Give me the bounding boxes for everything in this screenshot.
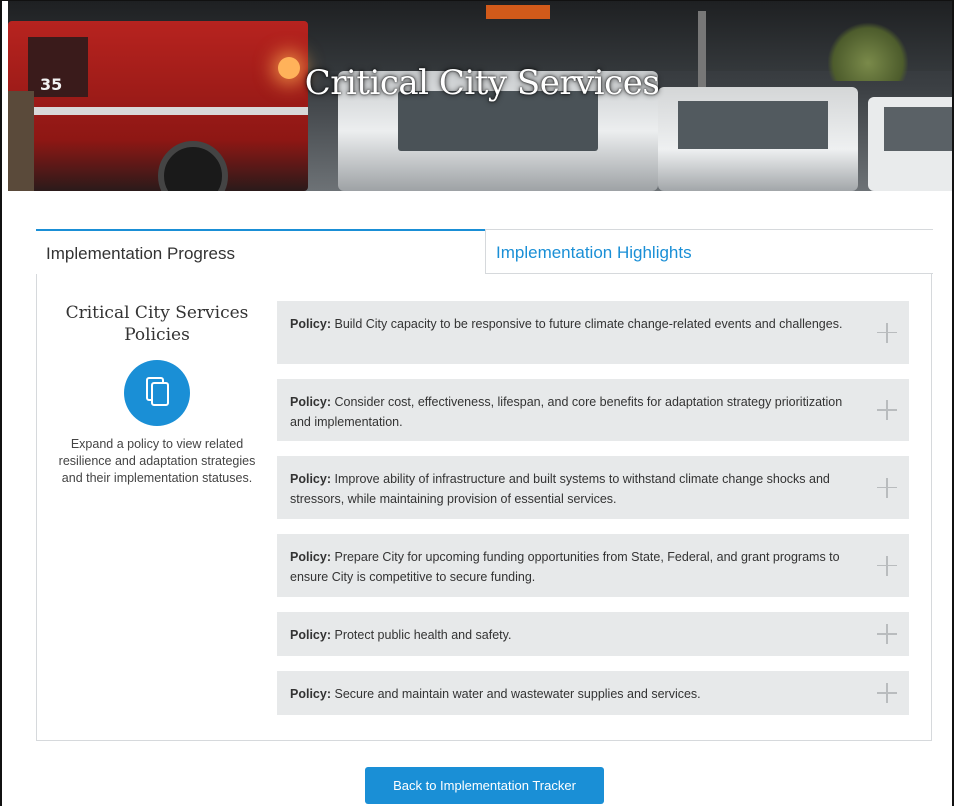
plus-icon[interactable] <box>877 624 897 644</box>
plus-icon[interactable] <box>877 477 897 498</box>
back-to-tracker-button[interactable]: Back to Implementation Tracker <box>365 767 604 804</box>
policy-item[interactable]: Policy: Secure and maintain water and wa… <box>277 671 909 715</box>
policy-text: Secure and maintain water and wastewater… <box>334 687 701 701</box>
policy-label: Policy: <box>290 628 331 642</box>
policy-label: Policy: <box>290 550 331 564</box>
sidebar-description: Expand a policy to view related resilien… <box>58 437 256 485</box>
policy-text: Consider cost, effectiveness, lifespan, … <box>290 395 843 429</box>
sidebar-title: Critical City Services Policies <box>65 303 249 345</box>
page-title: Critical City Services <box>304 63 660 103</box>
policy-list: Policy: Build City capacity to be respon… <box>277 301 909 730</box>
tab-implementation-progress[interactable]: Implementation Progress <box>36 229 485 274</box>
policy-label: Policy: <box>290 687 331 701</box>
plus-icon[interactable] <box>877 683 897 703</box>
tab-panel: Implementation Progress Implementation H… <box>36 229 933 741</box>
policy-label: Policy: <box>290 317 331 331</box>
fire-truck-image: 35 <box>8 21 308 191</box>
plus-icon[interactable] <box>877 400 897 420</box>
plus-icon[interactable] <box>877 555 897 576</box>
tab-bar: Implementation Progress Implementation H… <box>36 229 933 275</box>
person-figure <box>8 91 34 191</box>
policy-label: Policy: <box>290 395 331 409</box>
documents-icon <box>124 360 190 426</box>
tab-implementation-highlights[interactable]: Implementation Highlights <box>485 229 933 274</box>
policy-text: Prepare City for upcoming funding opport… <box>290 550 840 584</box>
policy-text: Protect public health and safety. <box>334 628 512 642</box>
plus-icon[interactable] <box>877 322 897 343</box>
policy-item[interactable]: Policy: Protect public health and safety… <box>277 612 909 656</box>
policy-label: Policy: <box>290 472 331 486</box>
utility-truck-image-3 <box>868 97 952 191</box>
policy-text: Build City capacity to be responsive to … <box>334 317 843 331</box>
policy-item[interactable]: Policy: Build City capacity to be respon… <box>277 301 909 364</box>
policy-item[interactable]: Policy: Consider cost, effectiveness, li… <box>277 379 909 441</box>
policy-item[interactable]: Policy: Improve ability of infrastructur… <box>277 456 909 519</box>
page-frame: 35 Critical City Services Implementation… <box>0 0 954 806</box>
policy-item[interactable]: Policy: Prepare City for upcoming fundin… <box>277 534 909 597</box>
policy-text: Improve ability of infrastructure and bu… <box>290 472 830 506</box>
policies-sidebar: Critical City Services Policies Expand a… <box>37 300 277 487</box>
road-sign <box>486 5 550 19</box>
